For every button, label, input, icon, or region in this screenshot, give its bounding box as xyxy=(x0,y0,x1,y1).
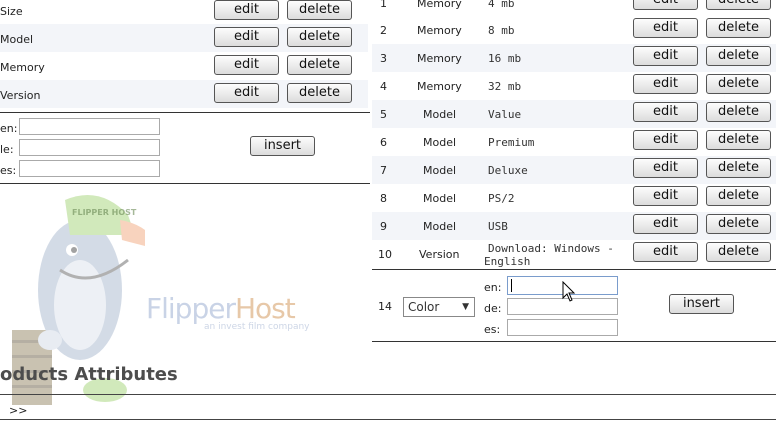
value-row-attribute: Model xyxy=(423,192,457,205)
watermark-brand-part2: Host xyxy=(234,292,296,325)
edit-button[interactable]: edit xyxy=(214,83,279,103)
lang-label-de: le: xyxy=(0,143,14,156)
lang-label-en: en: xyxy=(484,281,502,294)
delete-button[interactable]: delete xyxy=(706,214,771,234)
delete-button[interactable]: delete xyxy=(706,46,771,66)
value-row-value: 8 mb xyxy=(488,24,515,37)
lang-label-es: es: xyxy=(0,164,17,177)
edit-button[interactable]: edit xyxy=(633,242,698,262)
delete-button[interactable]: delete xyxy=(706,158,771,178)
edit-button[interactable]: edit xyxy=(633,0,698,10)
value-row-value: Deluxe xyxy=(488,164,528,177)
edit-button[interactable]: edit xyxy=(633,46,698,66)
value-row-value: 16 mb xyxy=(488,52,522,65)
text-caret xyxy=(511,279,512,292)
value-row-value: 32 mb xyxy=(488,80,522,93)
divider xyxy=(0,112,370,113)
value-row-value: Value xyxy=(488,108,522,121)
value-row-value: Premium xyxy=(488,136,535,149)
value-row-attribute: Memory xyxy=(417,80,462,93)
value-row-value: 4 mb xyxy=(488,0,515,10)
value-row-value: PS/2 xyxy=(488,192,515,205)
edit-button[interactable]: edit xyxy=(633,74,698,94)
section-title: oducts Attributes xyxy=(0,364,178,385)
value-row-id: 1 xyxy=(380,0,387,10)
watermark-brand-part1: Flipper xyxy=(146,292,236,325)
edit-button[interactable]: edit xyxy=(214,55,279,75)
left-attribute-name: Model xyxy=(0,33,34,46)
value-row-id: 9 xyxy=(380,220,387,233)
left-attribute-name: Size xyxy=(0,5,23,18)
name-de-input[interactable] xyxy=(19,139,160,156)
value-row-attribute: Model xyxy=(423,108,457,121)
edit-button[interactable]: edit xyxy=(214,27,279,47)
delete-button[interactable]: delete xyxy=(287,83,352,103)
edit-button[interactable]: edit xyxy=(214,0,279,20)
divider xyxy=(372,269,776,270)
footer-link[interactable]: >> xyxy=(9,404,27,417)
delete-button[interactable]: delete xyxy=(287,55,352,75)
edit-button[interactable]: edit xyxy=(633,102,698,122)
lang-label-en: en: xyxy=(0,122,18,135)
value-row-id: 6 xyxy=(380,136,387,149)
chevron-down-icon: ▼ xyxy=(462,302,469,312)
value-row-id: 10 xyxy=(378,248,392,261)
divider xyxy=(0,419,776,420)
delete-button[interactable]: delete xyxy=(706,18,771,38)
lang-label-de: de: xyxy=(484,302,502,315)
delete-button[interactable]: delete xyxy=(287,27,352,47)
value-row-value-line2: English xyxy=(484,255,531,268)
lang-label-es: es: xyxy=(484,323,501,336)
watermark-logo: FlipperHost xyxy=(146,292,296,325)
divider xyxy=(0,183,370,184)
divider xyxy=(0,394,776,395)
name-en-input[interactable] xyxy=(19,118,160,135)
delete-button[interactable]: delete xyxy=(706,74,771,94)
delete-button[interactable]: delete xyxy=(287,0,352,20)
delete-button[interactable]: delete xyxy=(706,0,771,10)
edit-button[interactable]: edit xyxy=(633,18,698,38)
watermark-tagline: an invest film company xyxy=(204,322,310,332)
edit-button[interactable]: edit xyxy=(633,186,698,206)
insert-button[interactable]: insert xyxy=(669,294,734,314)
mouse-pointer-icon xyxy=(562,281,576,302)
value-row-id: 4 xyxy=(380,80,387,93)
attribute-select[interactable]: Color ▼ xyxy=(403,297,475,317)
edit-button[interactable]: edit xyxy=(633,214,698,234)
value-row-attribute: Model xyxy=(423,220,457,233)
value-row-attribute: Memory xyxy=(417,0,462,10)
left-attribute-name: Version xyxy=(0,89,41,102)
insert-button[interactable]: insert xyxy=(250,136,315,156)
value-row-id: 5 xyxy=(380,108,387,121)
value-row-attribute: Memory xyxy=(417,52,462,65)
edit-button[interactable]: edit xyxy=(633,158,698,178)
value-row-value-line1: Download: Windows - xyxy=(488,242,614,255)
delete-button[interactable]: delete xyxy=(706,102,771,122)
edit-button[interactable]: edit xyxy=(633,130,698,150)
cap-logo-text: FLIPPER HOST xyxy=(72,208,137,217)
divider xyxy=(372,341,776,342)
value-row-attribute: Model xyxy=(423,136,457,149)
value-row-attribute: Version xyxy=(419,248,460,261)
value-es-input[interactable] xyxy=(507,319,618,336)
value-row-attribute: Memory xyxy=(417,24,462,37)
value-row-value: USB xyxy=(488,220,508,233)
delete-button[interactable]: delete xyxy=(706,186,771,206)
new-value-id: 14 xyxy=(378,300,392,313)
value-row-id: 8 xyxy=(380,192,387,205)
delete-button[interactable]: delete xyxy=(706,130,771,150)
attribute-select-value: Color xyxy=(408,300,440,314)
delete-button[interactable]: delete xyxy=(706,242,771,262)
value-row-id: 2 xyxy=(380,24,387,37)
value-row-attribute: Model xyxy=(423,164,457,177)
value-row-id: 7 xyxy=(380,164,387,177)
value-row-id: 3 xyxy=(380,52,387,65)
left-attribute-name: Memory xyxy=(0,61,45,74)
name-es-input[interactable] xyxy=(19,160,160,177)
